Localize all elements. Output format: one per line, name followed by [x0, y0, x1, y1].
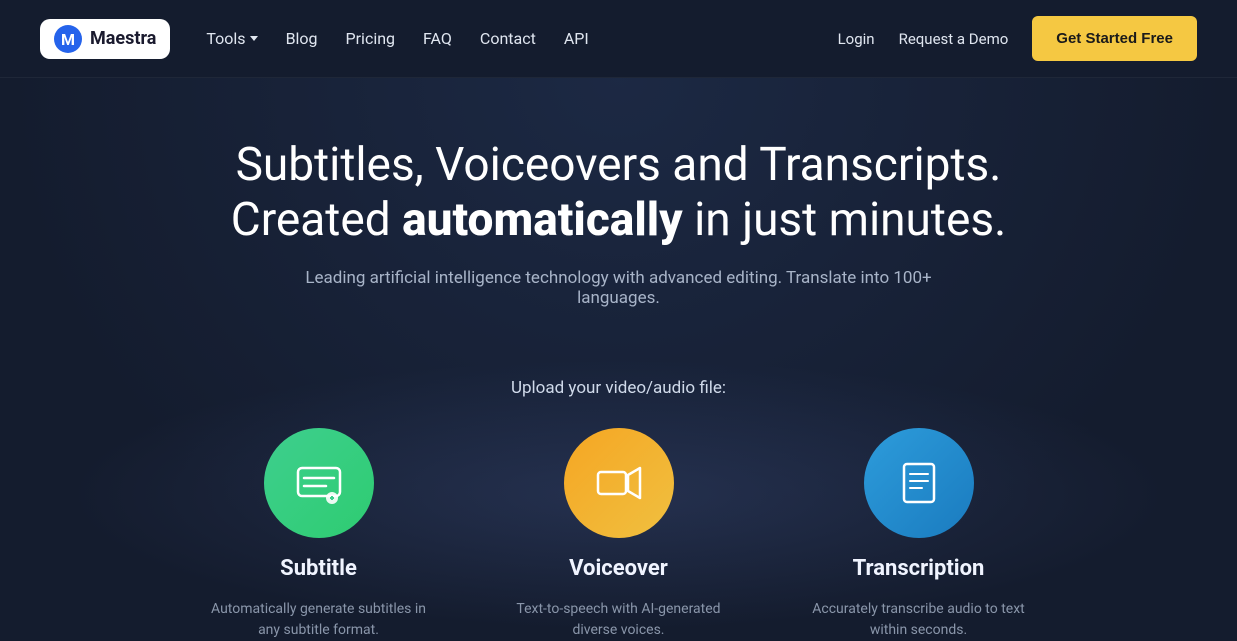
login-link[interactable]: Login — [838, 30, 875, 48]
upload-section: Upload your video/audio file: Subtitle A… — [20, 348, 1217, 641]
hero-title-bold: automatically — [402, 193, 683, 247]
voiceover-icon-circle — [564, 428, 674, 538]
navbar: M Maestra Tools Blog Pricing FAQ Contact — [0, 0, 1237, 78]
nav-links: Tools Blog Pricing FAQ Contact API — [206, 29, 588, 48]
blog-link[interactable]: Blog — [286, 29, 318, 48]
subtitle-icon-circle — [264, 428, 374, 538]
logo-text: Maestra — [90, 28, 156, 49]
voiceover-card-desc: Text-to-speech with AI-generated diverse… — [509, 599, 729, 641]
nav-item-blog[interactable]: Blog — [286, 29, 318, 48]
contact-link[interactable]: Contact — [480, 29, 536, 48]
api-link[interactable]: API — [564, 29, 589, 48]
voiceover-card-title: Voiceover — [569, 556, 668, 581]
tools-label: Tools — [206, 29, 245, 48]
voiceover-icon — [594, 458, 644, 508]
upload-card-transcription[interactable]: Transcription Accurately transcribe audi… — [809, 428, 1029, 641]
get-started-button[interactable]: Get Started Free — [1032, 16, 1197, 61]
upload-label: Upload your video/audio file: — [511, 378, 726, 398]
logo-icon: M — [54, 25, 82, 53]
hero-section: Subtitles, Voiceovers and Transcripts. C… — [0, 78, 1237, 641]
nav-right: Login Request a Demo Get Started Free — [838, 16, 1197, 61]
transcription-card-desc: Accurately transcribe audio to text with… — [809, 599, 1029, 641]
logo[interactable]: M Maestra — [40, 19, 170, 59]
nav-item-pricing[interactable]: Pricing — [346, 29, 396, 48]
nav-left: M Maestra Tools Blog Pricing FAQ Contact — [40, 19, 589, 59]
hero-title-plain: Created — [231, 193, 402, 247]
nav-item-faq[interactable]: FAQ — [423, 29, 452, 48]
hero-title-end: in just minutes. — [683, 193, 1007, 247]
hero-title-line1: Subtitles, Voiceovers and Transcripts. — [236, 138, 1002, 192]
nav-item-contact[interactable]: Contact — [480, 29, 536, 48]
svg-text:M: M — [61, 30, 75, 49]
nav-item-tools[interactable]: Tools — [206, 29, 257, 48]
tools-link[interactable]: Tools — [206, 29, 257, 48]
transcription-icon — [894, 458, 944, 508]
chevron-down-icon — [250, 36, 258, 41]
upload-cards: Subtitle Automatically generate subtitle… — [209, 428, 1029, 641]
subtitle-icon — [294, 458, 344, 508]
hero-title-line2: Created automatically in just minutes. — [231, 193, 1006, 247]
subtitle-card-title: Subtitle — [280, 556, 357, 581]
request-demo-link[interactable]: Request a Demo — [899, 30, 1009, 48]
hero-subtitle: Leading artificial intelligence technolo… — [269, 268, 969, 308]
hero-title: Subtitles, Voiceovers and Transcripts. C… — [231, 138, 1006, 248]
nav-item-api[interactable]: API — [564, 29, 589, 48]
upload-card-voiceover[interactable]: Voiceover Text-to-speech with AI-generat… — [509, 428, 729, 641]
subtitle-card-desc: Automatically generate subtitles in any … — [209, 599, 429, 641]
faq-link[interactable]: FAQ — [423, 29, 452, 48]
pricing-link[interactable]: Pricing — [346, 29, 396, 48]
transcription-card-title: Transcription — [853, 556, 985, 581]
transcription-icon-circle — [864, 428, 974, 538]
upload-card-subtitle[interactable]: Subtitle Automatically generate subtitle… — [209, 428, 429, 641]
